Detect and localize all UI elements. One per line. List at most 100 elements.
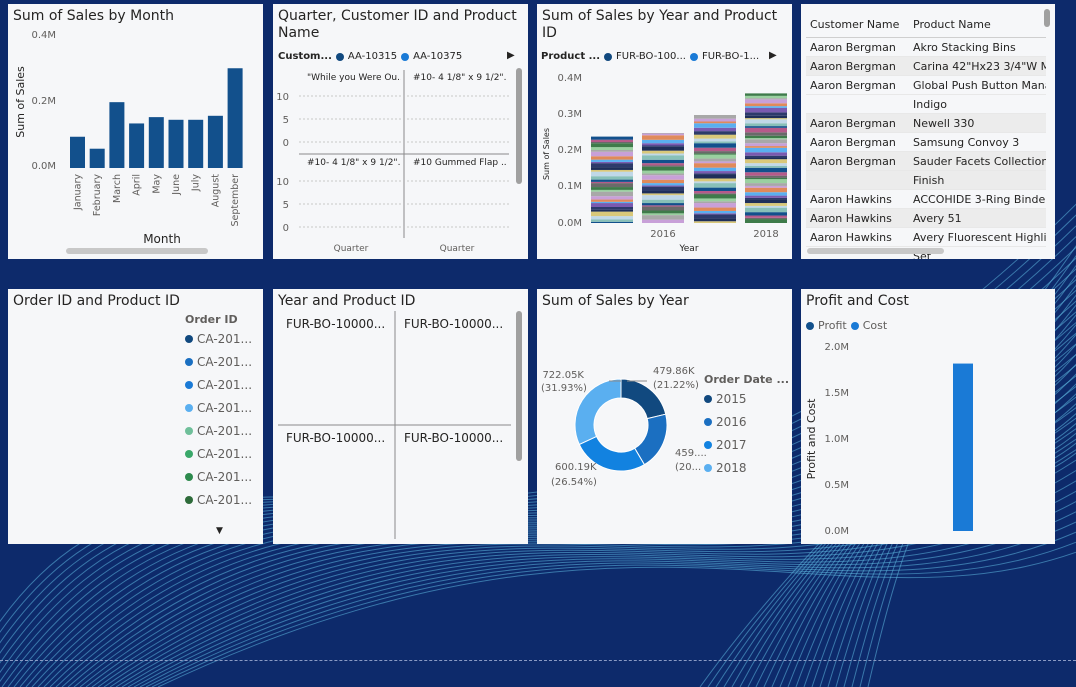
bar-segment xyxy=(694,173,736,175)
bar-segment xyxy=(745,119,787,124)
bar-segment xyxy=(591,176,633,180)
horizontal-scrollbar[interactable] xyxy=(66,248,208,254)
cell-product-name: Carina 42"Hx23 3/4"W M xyxy=(913,60,1046,73)
legend-item[interactable]: CA-201... xyxy=(185,447,252,461)
year-product-card[interactable]: Year and Product ID FUR-BO-10000... FUR-… xyxy=(273,289,528,544)
legend-item[interactable]: CA-201... xyxy=(185,332,252,346)
profit-cost-card[interactable]: Profit and Cost Profit Cost 2.0M 1.5M 1.… xyxy=(801,289,1055,544)
bar-segment xyxy=(642,146,684,151)
legend-scroll-down-arrow[interactable]: ▼ xyxy=(216,526,223,536)
bar[interactable] xyxy=(70,136,85,168)
small-multiples-grid: 10 5 0 10 5 0 Quarter Quarter xyxy=(276,70,509,254)
y-tick-label: 0.5M xyxy=(824,480,849,491)
stacked-bar[interactable] xyxy=(591,136,633,223)
vertical-scrollbar[interactable] xyxy=(516,311,522,461)
sales-by-year-card[interactable]: Sum of Sales by Year 722.05K (31.93%) 47… xyxy=(537,289,792,544)
bar-segment xyxy=(591,163,633,168)
table-row[interactable]: Aaron Bergman Newell 330 xyxy=(806,114,1046,133)
bar-segment xyxy=(591,161,633,164)
column-header-product-name[interactable]: Product Name xyxy=(907,18,1046,31)
small-multiple-title: FUR-BO-10000... xyxy=(286,431,386,445)
table-row[interactable]: Aaron Bergman Samsung Convoy 3 xyxy=(806,133,1046,152)
table-row[interactable]: Aaron Hawkins Avery 51 xyxy=(806,209,1046,228)
bar-segment xyxy=(591,203,633,207)
legend-item[interactable]: CA-201... xyxy=(185,470,252,484)
bar-segment xyxy=(591,169,633,172)
table-body: Aaron Bergman Akro Stacking Bins Aaron Ber… xyxy=(806,38,1046,259)
legend-item[interactable]: CA-201... xyxy=(185,424,252,438)
table-row[interactable]: Aaron Bergman Carina 42"Hx23 3/4"W M xyxy=(806,57,1046,76)
stacked-bar[interactable] xyxy=(745,93,787,223)
legend-item[interactable]: 2015 xyxy=(704,392,747,406)
bar-segment xyxy=(642,203,684,206)
vertical-scrollbar[interactable] xyxy=(1044,9,1050,27)
bar-cost[interactable] xyxy=(953,363,973,531)
bar-segment xyxy=(642,206,684,211)
bar[interactable] xyxy=(109,102,125,168)
bar[interactable] xyxy=(207,115,223,168)
x-tick-label: 2018 xyxy=(753,229,778,240)
bar-segment xyxy=(745,219,787,223)
cell-product-name: Finish xyxy=(913,174,945,187)
bar-segment xyxy=(591,199,633,202)
stacked-bar[interactable] xyxy=(642,133,684,223)
bar[interactable] xyxy=(227,68,243,168)
table-row[interactable]: Aaron Bergman Akro Stacking Bins xyxy=(806,38,1046,57)
customer-product-table-card[interactable]: Customer Name Product Name Aaron Bergman… xyxy=(801,4,1055,259)
horizontal-scrollbar[interactable] xyxy=(807,248,944,254)
sales-by-month-card[interactable]: Sum of Sales by Month 0.4M 0.2M 0.0M Sum… xyxy=(8,4,263,259)
bar-segment xyxy=(745,135,787,139)
cell-customer-name xyxy=(806,95,907,113)
bar-segment xyxy=(694,178,736,182)
table-row[interactable]: Aaron Bergman Sauder Facets Collection xyxy=(806,152,1046,171)
bar[interactable] xyxy=(89,148,105,168)
bar-segment xyxy=(745,152,787,156)
bar[interactable] xyxy=(148,117,164,168)
bar-segment xyxy=(745,115,787,119)
x-tick-label: August xyxy=(210,174,221,208)
bar-segment xyxy=(745,199,787,204)
bar-segment xyxy=(694,201,736,204)
legend-label: CA-201... xyxy=(197,378,253,392)
bar-segment xyxy=(745,205,787,208)
data-label-2015-percent: (21.22%) xyxy=(653,380,699,391)
table-header: Customer Name Product Name xyxy=(806,12,1046,38)
bar-segment xyxy=(745,175,787,178)
table-row[interactable]: Aaron Hawkins Avery Fluorescent Highlig xyxy=(806,228,1046,247)
column-header-customer-name[interactable]: Customer Name xyxy=(806,18,907,31)
table-row[interactable]: Aaron Bergman Global Push Button Mana xyxy=(806,76,1046,95)
y-tick-label: 5 xyxy=(283,115,289,126)
bar[interactable] xyxy=(129,123,145,168)
legend-item[interactable]: CA-201... xyxy=(185,355,252,369)
legend-item[interactable]: CA-201... xyxy=(185,378,252,392)
cell-product-name: ACCOHIDE 3-Ring Binder xyxy=(913,193,1046,206)
table-row[interactable]: Indigo xyxy=(806,95,1046,114)
quarter-customer-product-card[interactable]: Quarter, Customer ID and Product Name Cu… xyxy=(273,4,528,259)
table-row[interactable]: Aaron Hawkins ACCOHIDE 3-Ring Binder xyxy=(806,190,1046,209)
legend-item[interactable]: 2017 xyxy=(704,438,747,452)
bar-segment xyxy=(694,154,736,159)
legend-item[interactable]: CA-201... xyxy=(185,493,252,507)
x-axis-title: Quarter xyxy=(334,244,369,254)
bar[interactable] xyxy=(168,119,184,168)
bar-segment xyxy=(694,198,736,202)
legend-label: 2016 xyxy=(716,415,747,429)
bar-segment xyxy=(745,166,787,168)
bar-segment xyxy=(694,194,736,199)
bar[interactable] xyxy=(188,119,204,168)
bar-segment xyxy=(591,183,633,188)
legend-item[interactable]: 2018 xyxy=(704,461,747,475)
legend-item[interactable]: CA-201... xyxy=(185,401,252,415)
sales-by-year-product-chart: 0.4M 0.3M 0.2M 0.1M 0.0M Sum of Sales 20… xyxy=(542,73,787,254)
bar-segment xyxy=(694,213,736,215)
y-tick-label: 0.4M xyxy=(557,73,582,84)
legend-item[interactable]: 2016 xyxy=(704,415,747,429)
order-product-card[interactable]: Order ID and Product ID Order ID CA-201.… xyxy=(8,289,263,544)
sales-by-year-product-card[interactable]: Sum of Sales by Year and Product ID Prod… xyxy=(537,4,792,259)
stacked-bar[interactable] xyxy=(694,115,736,223)
table-row[interactable]: Finish xyxy=(806,171,1046,190)
bar-segment xyxy=(745,98,787,100)
vertical-scrollbar[interactable] xyxy=(516,68,522,184)
bar-segment xyxy=(642,175,684,180)
legend-title: Order ID xyxy=(185,313,238,326)
